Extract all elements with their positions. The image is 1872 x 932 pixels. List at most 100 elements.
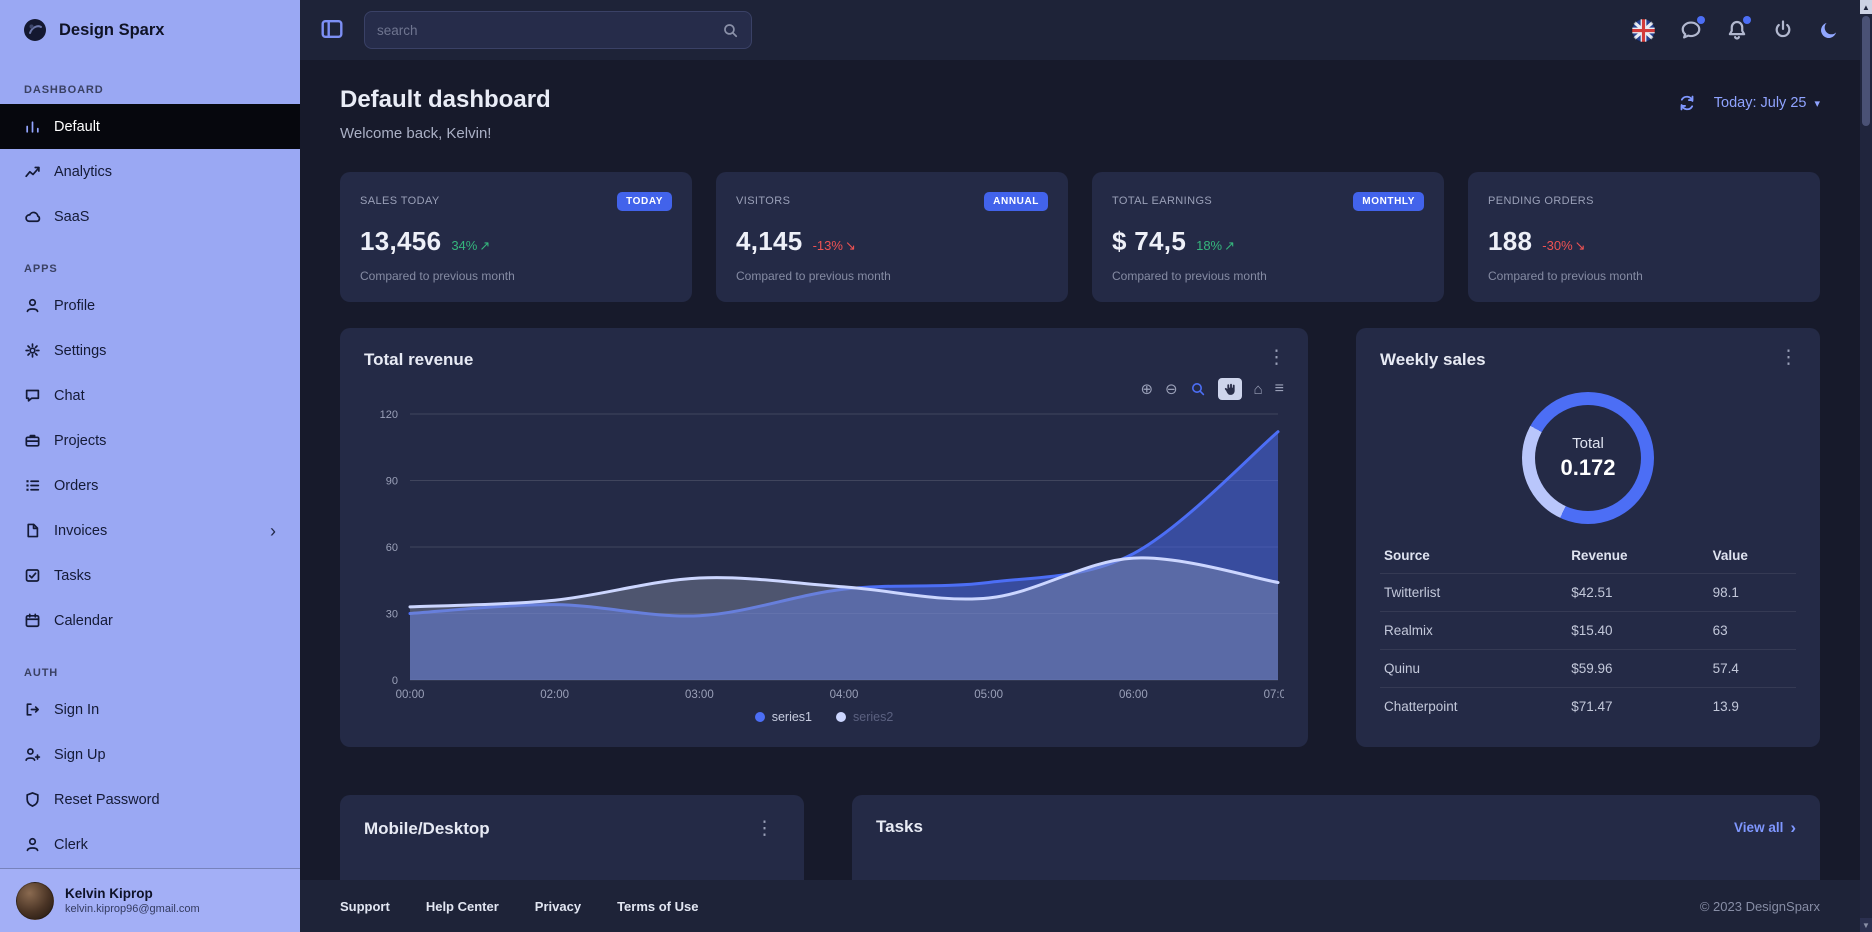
page-title: Default dashboard (340, 86, 551, 114)
footer-link-privacy[interactable]: Privacy (535, 899, 581, 914)
sidebar-item-chat[interactable]: Chat (0, 373, 300, 418)
chart-toolbar: ⊕ ⊖ ⌂ ≡ (364, 376, 1284, 402)
sidebar-item-saas[interactable]: SaaS (0, 194, 300, 239)
refresh-button[interactable] (1678, 94, 1696, 112)
sidebar-item-tasks[interactable]: Tasks (0, 553, 300, 598)
chart-legend: series1 series2 (364, 710, 1284, 724)
line-chart-icon (24, 163, 41, 180)
stat-badge: ANNUAL (984, 192, 1048, 211)
legend-label: series1 (772, 710, 812, 724)
stat-badge: TODAY (617, 192, 672, 211)
sidebar-item-label: Tasks (54, 568, 91, 584)
logout-button[interactable] (1772, 19, 1794, 41)
stat-note: Compared to previous month (1488, 269, 1800, 283)
zoom-selection-icon[interactable] (1190, 381, 1206, 397)
kebab-menu-icon[interactable]: ⋮ (749, 817, 780, 840)
footer-link-terms[interactable]: Terms of Use (617, 899, 698, 914)
sidebar-item-sign-up[interactable]: Sign Up (0, 732, 300, 777)
svg-text:05:00: 05:00 (974, 689, 1003, 701)
scrollbar-thumb[interactable] (1862, 16, 1870, 126)
svg-text:04:00: 04:00 (830, 689, 859, 701)
legend-label: series2 (853, 710, 893, 724)
theme-toggle-button[interactable] (1818, 19, 1840, 41)
cell-revenue: $15.40 (1567, 612, 1708, 650)
sidebar-item-default[interactable]: Default (0, 104, 300, 149)
cell-source: Quinu (1380, 650, 1567, 688)
main-content: Default dashboard Welcome back, Kelvin! … (300, 60, 1860, 880)
total-revenue-card: Total revenue ⋮ ⊕ ⊖ ⌂ ≡ 030609012000:000… (340, 328, 1308, 747)
pan-tool-button[interactable] (1218, 378, 1242, 400)
view-all-link[interactable]: View all › (1734, 819, 1796, 836)
search-box (364, 11, 752, 49)
user-plus-icon (24, 746, 41, 763)
table-row: Realmix $15.40 63 (1380, 612, 1796, 650)
cell-revenue: $42.51 (1567, 574, 1708, 612)
sidebar-item-label: Profile (54, 298, 95, 314)
list-icon (24, 477, 41, 494)
svg-text:06:00: 06:00 (1119, 689, 1148, 701)
footer-link-support[interactable]: Support (340, 899, 390, 914)
cell-revenue: $71.47 (1567, 688, 1708, 726)
sidebar-item-clerk[interactable]: Clerk (0, 822, 300, 867)
shield-icon (24, 791, 41, 808)
nav-section-auth: AUTH (24, 667, 276, 679)
sidebar-toggle-button[interactable] (320, 17, 346, 43)
topbar (300, 0, 1860, 60)
footer-link-help-center[interactable]: Help Center (426, 899, 499, 914)
app-logo-icon (22, 17, 48, 43)
notifications-button[interactable] (1726, 19, 1748, 41)
stat-delta: -30%↘ (1542, 238, 1585, 254)
sidebar-user-card[interactable]: Kelvin Kiprop kelvin.kiprop96@gmail.com (0, 868, 300, 932)
svg-text:03:00: 03:00 (685, 689, 714, 701)
checklist-icon (24, 567, 41, 584)
power-icon (1772, 19, 1794, 41)
search-icon[interactable] (722, 22, 739, 39)
legend-series1[interactable]: series1 (755, 710, 812, 724)
kebab-menu-icon[interactable]: ⋮ (1261, 346, 1292, 369)
sidebar-item-sign-in[interactable]: Sign In (0, 687, 300, 732)
sidebar-item-orders[interactable]: Orders (0, 463, 300, 508)
sidebar-item-label: Orders (54, 478, 98, 494)
zoom-in-icon[interactable]: ⊕ (1140, 382, 1153, 397)
sidebar-item-invoices[interactable]: Invoices › (0, 508, 300, 553)
sidebar-item-reset-password[interactable]: Reset Password (0, 777, 300, 822)
stat-delta: 34%↗ (451, 238, 490, 254)
stat-badge: MONTHLY (1353, 192, 1424, 211)
copyright-text: © 2023 DesignSparx (1700, 899, 1820, 914)
stat-delta-value: 18% (1196, 238, 1222, 253)
date-dropdown[interactable]: Today: July 25 ▾ (1714, 95, 1820, 111)
search-input[interactable] (377, 23, 714, 38)
sidebar-item-label: Settings (54, 343, 106, 359)
scrollbar-down-button[interactable]: ▼ (1860, 918, 1872, 932)
sign-in-icon (24, 701, 41, 718)
sidebar-item-profile[interactable]: Profile (0, 283, 300, 328)
cell-value: 63 (1709, 612, 1796, 650)
stat-card-total-earnings: TOTAL EARNINGS MONTHLY $ 74,5 18%↗ Compa… (1092, 172, 1444, 302)
stat-card-pending-orders: PENDING ORDERS 188 -30%↘ Compared to pre… (1468, 172, 1820, 302)
messages-button[interactable] (1680, 19, 1702, 41)
sidebar-item-settings[interactable]: Settings (0, 328, 300, 373)
stat-value: 13,456 (360, 226, 441, 257)
home-icon[interactable]: ⌂ (1254, 382, 1263, 397)
nav-section-dashboard: DASHBOARD (24, 84, 276, 96)
svg-text:90: 90 (386, 476, 398, 488)
uk-flag-icon[interactable] (1631, 18, 1656, 43)
bar-chart-icon (24, 118, 41, 135)
table-header-row: Source Revenue Value (1380, 538, 1796, 574)
stat-value: $ 74,5 (1112, 226, 1186, 257)
menu-icon[interactable]: ≡ (1275, 381, 1284, 397)
sidebar-item-projects[interactable]: Projects (0, 418, 300, 463)
sidebar-item-analytics[interactable]: Analytics (0, 149, 300, 194)
stat-delta-value: -13% (813, 238, 843, 253)
legend-dot (836, 712, 846, 722)
donut-wrapper: Total 0.172 (1380, 392, 1796, 524)
legend-series2[interactable]: series2 (836, 710, 893, 724)
column-header: Value (1709, 538, 1796, 574)
refresh-icon (1678, 94, 1696, 112)
zoom-out-icon[interactable]: ⊖ (1165, 382, 1178, 397)
sidebar-item-calendar[interactable]: Calendar (0, 598, 300, 643)
app-logo[interactable]: Design Sparx (0, 0, 300, 60)
kebab-menu-icon[interactable]: ⋮ (1773, 346, 1804, 369)
sidebar-item-label: Default (54, 119, 100, 135)
scrollbar-up-button[interactable]: ▲ (1860, 0, 1872, 14)
